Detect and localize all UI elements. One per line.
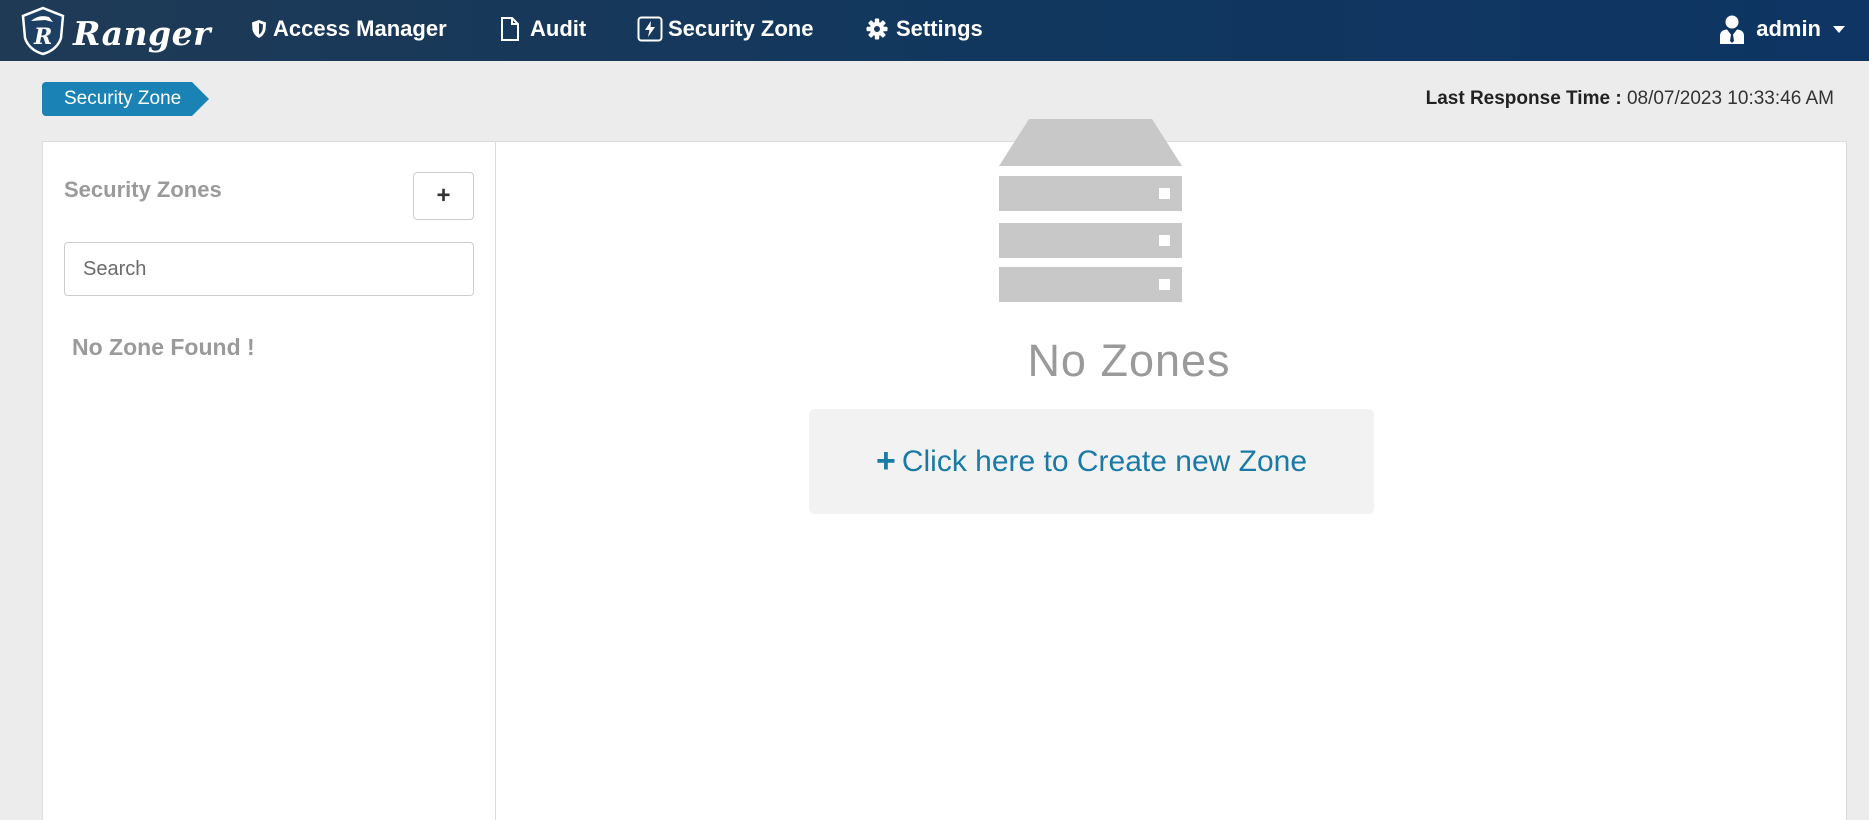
nav-access-manager[interactable]: Access Manager [250,0,447,58]
breadcrumb[interactable]: Security Zone [42,82,209,116]
sidebar-title: Security Zones [64,177,222,202]
brand[interactable]: R Ranger [19,5,211,57]
svg-text:R: R [33,24,52,50]
user-name: admin [1756,16,1821,41]
zone-sidebar: Security Zones + No Zone Found ! [43,142,496,820]
server-icon [999,119,1182,302]
empty-state-title: No Zones [1027,335,1231,386]
last-response-value: 08/07/2023 10:33:46 AM [1626,88,1834,109]
gear-icon [866,18,888,40]
nav-audit[interactable]: Audit [500,0,586,58]
chevron-down-icon [1833,25,1845,33]
shield-icon [252,20,266,38]
nav-security-zone-label: Security Zone [668,16,814,41]
nav-security-zone[interactable]: Security Zone [637,0,813,58]
breadcrumb-label: Security Zone [64,88,182,109]
file-icon [501,17,519,41]
create-zone-label: Click here to Create new Zone [901,444,1308,478]
bolt-icon [637,16,663,42]
top-navbar: R Ranger Access Manager Audit Security Z… [0,0,1869,61]
user-icon [1720,15,1745,44]
plus-icon: + [875,442,896,480]
ranger-logo-icon: R [21,6,65,56]
last-response-label: Last Response Time : [1425,88,1622,109]
nav-settings-label: Settings [896,16,983,41]
nav-audit-label: Audit [530,16,587,41]
create-zone-link[interactable]: + Click here to Create new Zone [809,409,1374,514]
last-response-time: Last Response Time : 08/07/2023 10:33:46… [1426,88,1834,110]
nav-settings[interactable]: Settings [866,0,983,58]
brand-name: Ranger [73,13,212,53]
zone-search-input[interactable] [64,242,474,296]
no-zone-found-text: No Zone Found ! [72,334,255,360]
add-zone-button[interactable]: + [413,172,474,220]
nav-access-manager-label: Access Manager [273,16,447,41]
user-menu[interactable]: admin [1718,0,1845,58]
